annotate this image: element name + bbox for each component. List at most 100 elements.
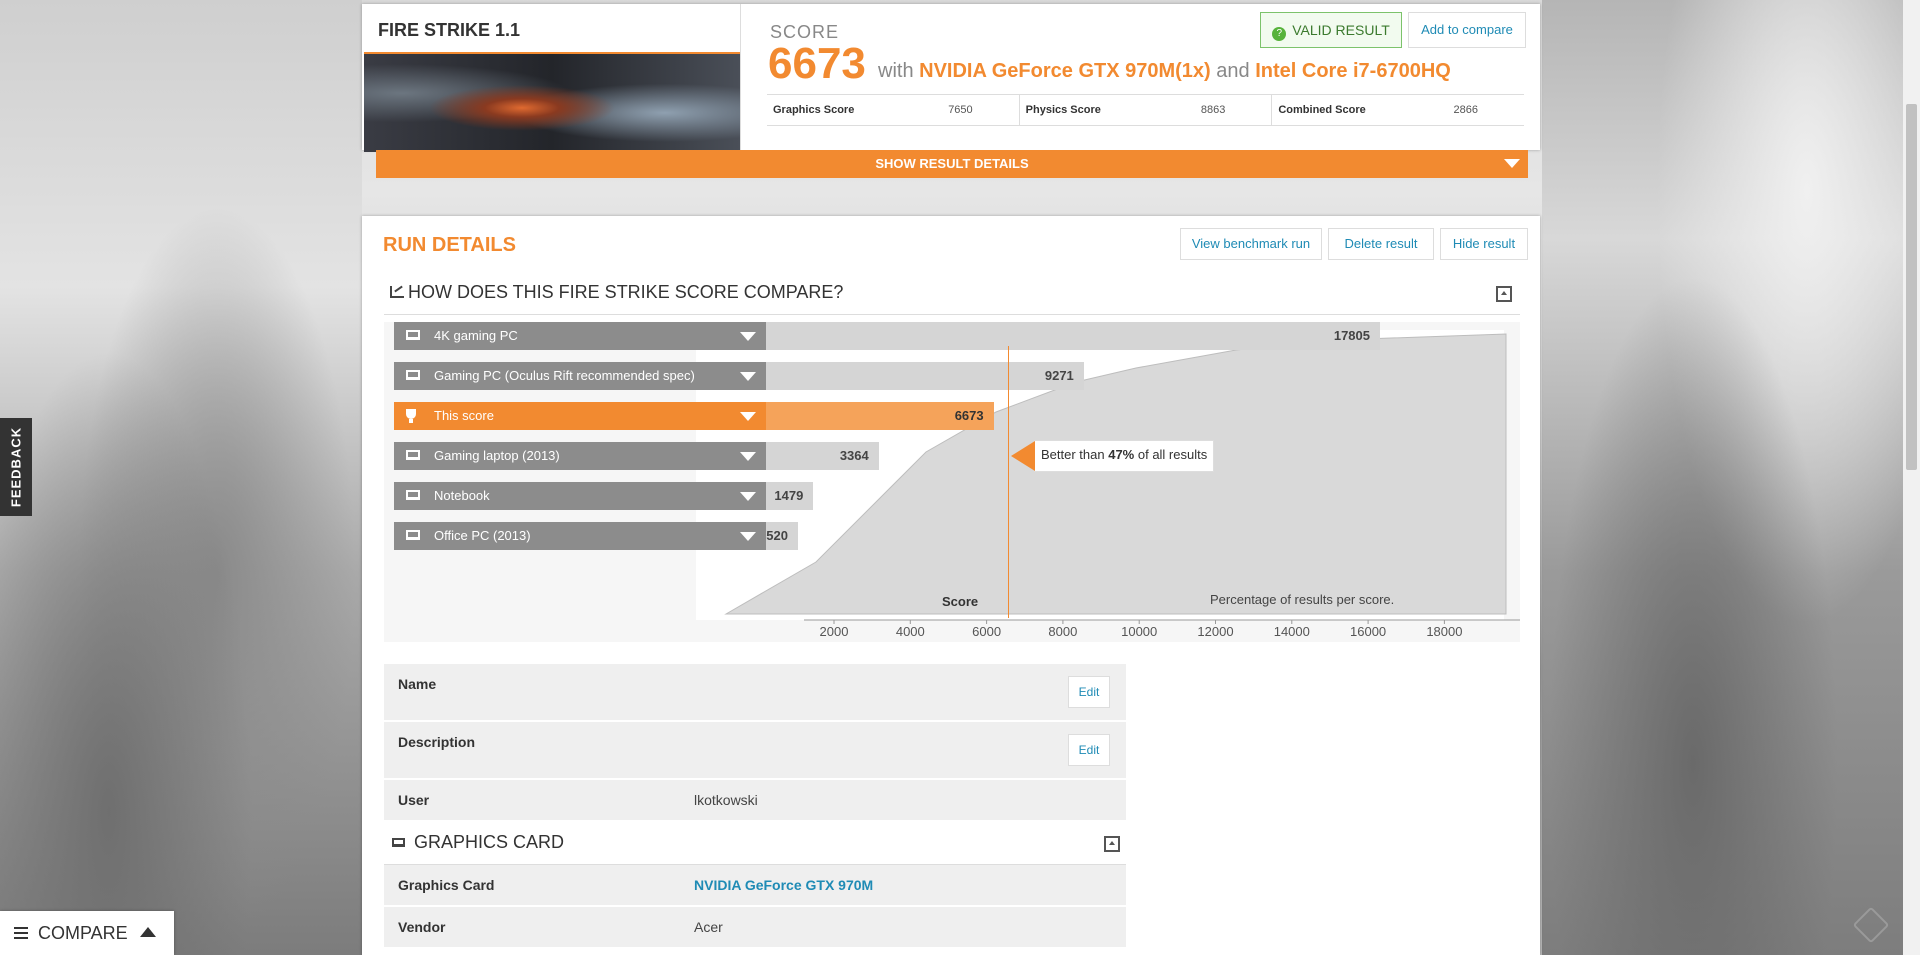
comparison-bar: 1479 xyxy=(766,482,814,510)
chart-icon xyxy=(390,286,404,298)
x-tick-label: 2000 xyxy=(819,624,849,639)
comparison-row-label[interactable]: Gaming laptop (2013) xyxy=(394,442,766,470)
list-icon xyxy=(14,927,28,939)
compare-label: COMPARE xyxy=(38,923,128,943)
sub-score-value: 2866 xyxy=(1453,104,1479,116)
detail-row-name: Name Edit xyxy=(384,664,1126,722)
sub-score-name: Physics Score xyxy=(1025,104,1101,116)
result-card: FIRE STRIKE 1.1 SCORE 6673 with NVIDIA G… xyxy=(362,4,1540,152)
hide-result-button[interactable]: Hide result xyxy=(1440,228,1528,260)
comparison-bar: 520 xyxy=(766,522,798,550)
comparison-row-name: 4K gaming PC xyxy=(434,328,518,343)
comparison-row-label[interactable]: Office PC (2013) xyxy=(394,522,766,550)
edit-name-button[interactable]: Edit xyxy=(1068,676,1110,708)
score-hardware-line: with NVIDIA GeForce GTX 970M(1x) and Int… xyxy=(878,60,1451,83)
x-tick-label: 4000 xyxy=(895,624,925,639)
gpu-link[interactable]: NVIDIA GeForce GTX 970M(1x) xyxy=(919,60,1211,82)
computer-icon xyxy=(406,490,420,500)
detail-row-graphics-card: Graphics Card NVIDIA GeForce GTX 970M xyxy=(384,865,1126,907)
x-tick-label: 18000 xyxy=(1426,624,1463,639)
callout-prefix: Better than xyxy=(1041,447,1109,462)
computer-icon xyxy=(406,450,420,460)
run-details-panel: RUN DETAILS View benchmark run Delete re… xyxy=(362,216,1540,955)
comparison-row-label[interactable]: This score xyxy=(394,402,766,430)
detail-value: Acer xyxy=(694,919,723,935)
cpu-link[interactable]: Intel Core i7-6700HQ xyxy=(1255,60,1451,82)
x-tick-label: 8000 xyxy=(1048,624,1078,639)
computer-icon xyxy=(406,330,420,340)
page-scrollbar[interactable] xyxy=(1903,0,1920,955)
percentile-marker-line xyxy=(1008,346,1009,618)
chevron-down-icon[interactable] xyxy=(740,532,756,541)
feedback-tab[interactable]: FEEDBACK xyxy=(0,418,32,516)
comparison-row-name: Office PC (2013) xyxy=(434,528,531,543)
detail-value: lkotkowski xyxy=(694,792,758,808)
detail-key: Vendor xyxy=(398,919,446,935)
computer-icon xyxy=(406,370,420,380)
background-left xyxy=(0,0,362,955)
chevron-down-icon[interactable] xyxy=(740,332,756,341)
sub-score-name: Combined Score xyxy=(1278,104,1366,116)
sub-score-value: 7650 xyxy=(948,104,973,116)
comparison-bar: 6673 xyxy=(766,402,994,430)
x-tick-label: 12000 xyxy=(1197,624,1234,639)
detail-row-vendor: Vendor Acer xyxy=(384,907,1126,949)
run-details-title: RUN DETAILS xyxy=(383,234,516,256)
callout-percent: 47% xyxy=(1108,447,1135,462)
comparison-row-name: This score xyxy=(434,408,494,423)
x-tick-label: 14000 xyxy=(1273,624,1310,639)
detail-key: User xyxy=(398,792,430,808)
compare-drawer-toggle[interactable]: COMPARE xyxy=(0,911,174,955)
benchmark-thumbnail-box: FIRE STRIKE 1.1 xyxy=(362,4,741,152)
sub-score-value: 8863 xyxy=(1200,104,1226,116)
score-comparison-chart: 4K gaming PC 17805 Gaming PC (Oculus Rift … xyxy=(384,322,1520,642)
comparison-row-label[interactable]: Gaming PC (Oculus Rift recommended spec) xyxy=(394,362,766,390)
x-axis-label: Score xyxy=(942,594,979,609)
trophy-icon xyxy=(406,409,416,423)
comparison-bar: 9271 xyxy=(766,362,1084,390)
x-tick-label: 10000 xyxy=(1121,624,1158,639)
detail-key: Description xyxy=(398,734,476,750)
background-right xyxy=(1542,0,1920,955)
graphics-card-section-title: GRAPHICS CARD xyxy=(414,832,565,852)
valid-result-badge[interactable]: ? VALID RESULT xyxy=(1260,12,1402,48)
show-result-details-label: SHOW RESULT DETAILS xyxy=(875,156,1029,171)
comparison-bar: 17805 xyxy=(766,322,1380,350)
scrollbar-thumb[interactable] xyxy=(1906,104,1917,470)
graphics-card-link[interactable]: NVIDIA GeForce GTX 970M xyxy=(694,877,873,893)
detail-table: Name Edit Description Edit User lkotkows… xyxy=(384,664,1126,949)
benchmark-thumbnail-image[interactable] xyxy=(364,52,740,152)
physics-score: Physics Score 8863 xyxy=(1020,95,1273,125)
detail-key: Name xyxy=(398,676,437,692)
add-to-compare-button[interactable]: Add to compare xyxy=(1408,12,1526,48)
check-icon: ? xyxy=(1272,27,1287,41)
sub-scores: Graphics Score 7650 Physics Score 8863 Com… xyxy=(767,94,1524,126)
chevron-down-icon[interactable] xyxy=(740,492,756,501)
show-result-details-button[interactable]: SHOW RESULT DETAILS xyxy=(376,150,1528,178)
comparison-row-label[interactable]: 4K gaming PC xyxy=(394,322,766,350)
chevron-down-icon[interactable] xyxy=(740,372,756,381)
detail-row-description: Description Edit xyxy=(384,722,1126,780)
monitor-icon xyxy=(392,838,405,847)
graphics-card-section-header: GRAPHICS CARD xyxy=(384,822,1126,865)
comparison-row-label[interactable]: Notebook xyxy=(394,482,766,510)
comparison-row-name: Gaming PC (Oculus Rift recommended spec) xyxy=(434,368,695,383)
edit-description-button[interactable]: Edit xyxy=(1068,734,1110,766)
compare-section-header: HOW DOES THIS FIRE STRIKE SCORE COMPARE? xyxy=(384,274,1520,315)
sub-score-name: Graphics Score xyxy=(773,104,855,116)
detail-row-user: User lkotkowski xyxy=(384,780,1126,822)
x-tick-label: 16000 xyxy=(1350,624,1387,639)
view-benchmark-run-button[interactable]: View benchmark run xyxy=(1180,228,1322,260)
detail-key: Graphics Card xyxy=(398,877,495,893)
chevron-down-icon[interactable] xyxy=(740,412,756,421)
chevron-up-icon xyxy=(140,927,156,937)
collapse-icon[interactable] xyxy=(1496,286,1512,302)
chevron-down-icon[interactable] xyxy=(740,452,756,461)
combined-score: Combined Score 2866 xyxy=(1272,95,1524,125)
collapse-icon[interactable] xyxy=(1104,836,1120,852)
delete-result-button[interactable]: Delete result xyxy=(1328,228,1434,260)
percentile-callout: Better than 47% of all results xyxy=(1010,440,1215,472)
valid-result-label: VALID RESULT xyxy=(1292,22,1390,38)
and-text: and xyxy=(1216,60,1250,82)
feedback-label: FEEDBACK xyxy=(8,426,24,508)
